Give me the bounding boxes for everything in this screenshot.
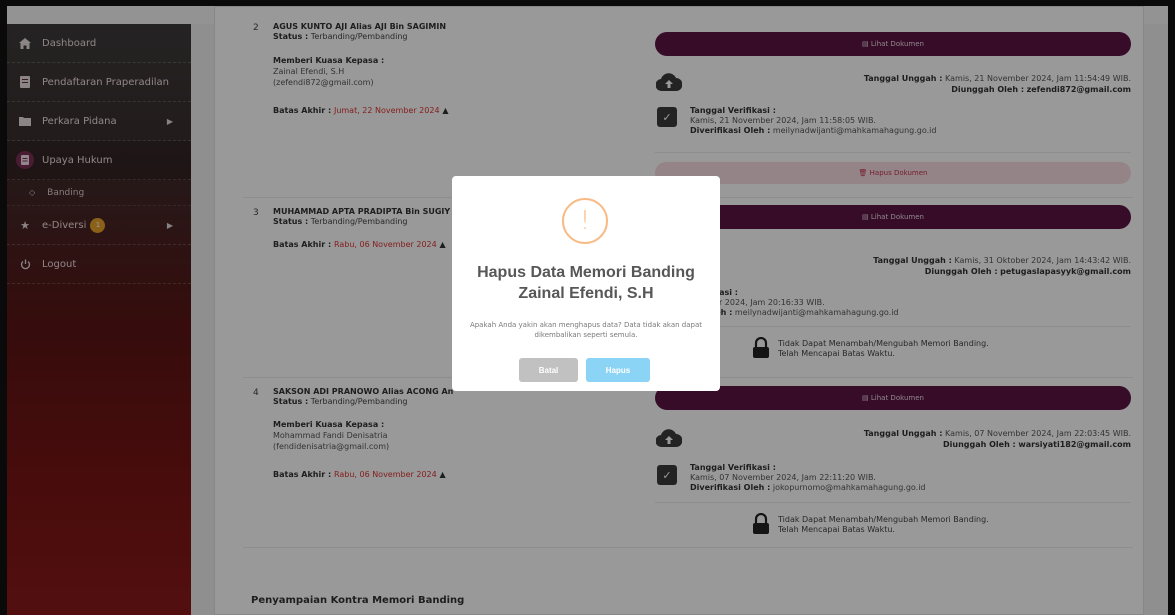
cancel-button[interactable]: Batal — [519, 358, 578, 382]
warning-icon: ! — [562, 198, 608, 244]
dialog-title: Hapus Data Memori Banding Zainal Efendi,… — [477, 264, 695, 302]
dialog-message: Apakah Anda yakin akan menghapus data? D… — [469, 321, 703, 339]
confirm-delete-button[interactable]: Hapus — [586, 358, 650, 382]
confirm-delete-dialog: ! Hapus Data Memori Banding Zainal Efend… — [452, 176, 720, 391]
